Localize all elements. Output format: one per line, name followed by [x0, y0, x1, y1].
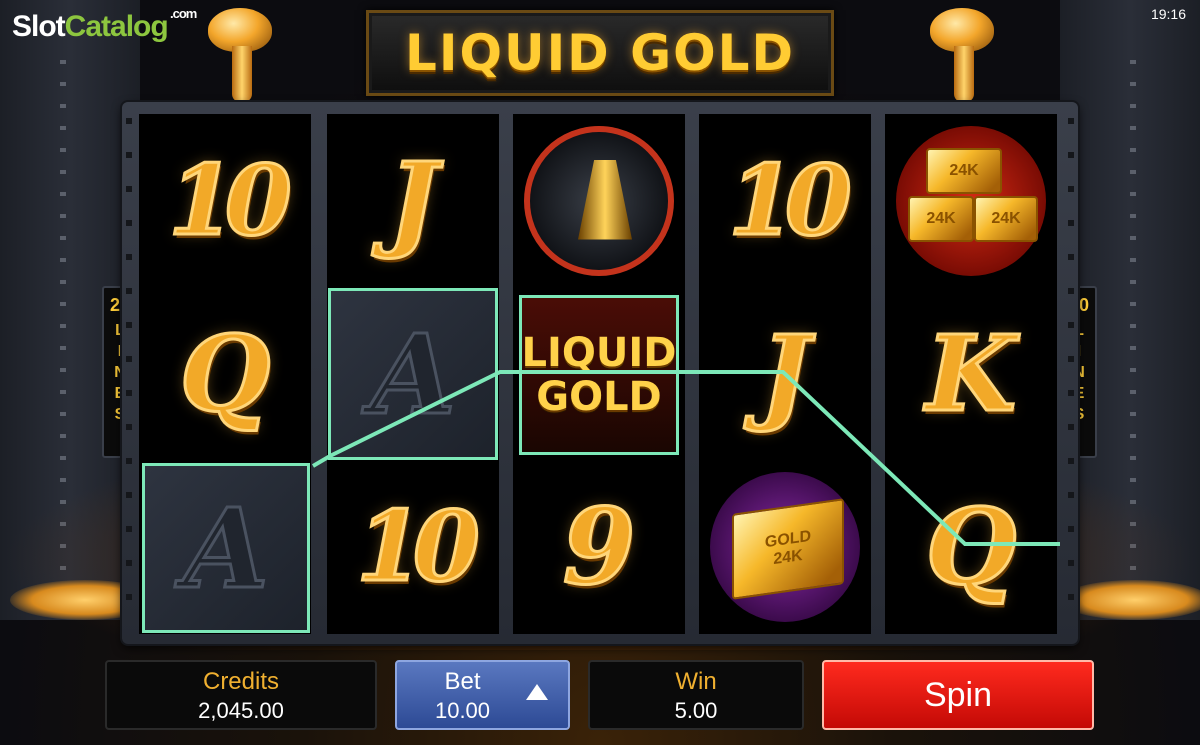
symbol-queen: Q [178, 311, 272, 437]
symbol-gold-bars-stack: 24K 24K 24K [885, 114, 1057, 287]
game-title-plate: LIQUID GOLD [366, 10, 834, 96]
credits-display: Credits 2,045.00 [105, 660, 377, 730]
symbol-queen: Q [924, 484, 1018, 610]
credits-label: Credits [202, 668, 280, 695]
symbol-ten: 10 [167, 143, 294, 259]
bet-value: 10.00 [434, 698, 491, 723]
bet-button[interactable]: Bet 10.00 [395, 660, 570, 730]
symbol-nine: 9 [561, 484, 636, 610]
credits-value: 2,045.00 [198, 698, 284, 723]
pouring-bucket-left [190, 0, 290, 102]
symbol-ten: 10 [355, 489, 482, 605]
reel-4: 10 J GOLD 24K [699, 114, 871, 634]
gold-bars-stack-icon: 24K 24K 24K [896, 125, 1046, 276]
symbol-liquid-gold-logo: LIQUID GOLD [513, 288, 685, 461]
symbol-gold-bars-tunnel [513, 114, 685, 287]
bet-label: Bet [444, 668, 481, 695]
win-value: 5.00 [674, 698, 718, 723]
reel-frame: 10 Q A J A 10 LIQUID GOLD 9 10 J GOLD 24K [122, 102, 1078, 644]
game-title: LIQUID GOLD [405, 24, 795, 82]
gold-bars-tunnel-icon [524, 125, 674, 276]
symbol-ace-winning: A [328, 288, 498, 460]
reel-3: LIQUID GOLD 9 [513, 114, 685, 634]
liquid-gold-logo-icon: LIQUID GOLD [519, 294, 679, 455]
bet-increase-arrow-icon[interactable] [526, 684, 548, 700]
symbol-jack: J [759, 311, 811, 437]
symbol-ten: 10 [727, 143, 854, 259]
slotcatalog-watermark: SlotCatalog .com [12, 6, 197, 43]
win-label: Win [675, 668, 717, 695]
status-time: 19:16 [1150, 6, 1186, 22]
win-display: Win 5.00 [588, 660, 804, 730]
reel-5: 24K 24K 24K K Q [885, 114, 1057, 634]
pouring-bucket-right [912, 0, 1012, 102]
reel-1: 10 Q A [139, 114, 311, 634]
symbol-gold-bar-24k: GOLD 24K [699, 460, 871, 633]
gold-pool-right [1060, 580, 1200, 620]
spin-button[interactable]: Spin [822, 660, 1094, 730]
gold-bar-24k-icon: GOLD 24K [710, 471, 860, 622]
symbol-jack: J [387, 138, 439, 264]
symbol-king: K [924, 311, 1017, 437]
reel-2: J A 10 [327, 114, 499, 634]
symbol-ace-winning: A [142, 463, 310, 633]
